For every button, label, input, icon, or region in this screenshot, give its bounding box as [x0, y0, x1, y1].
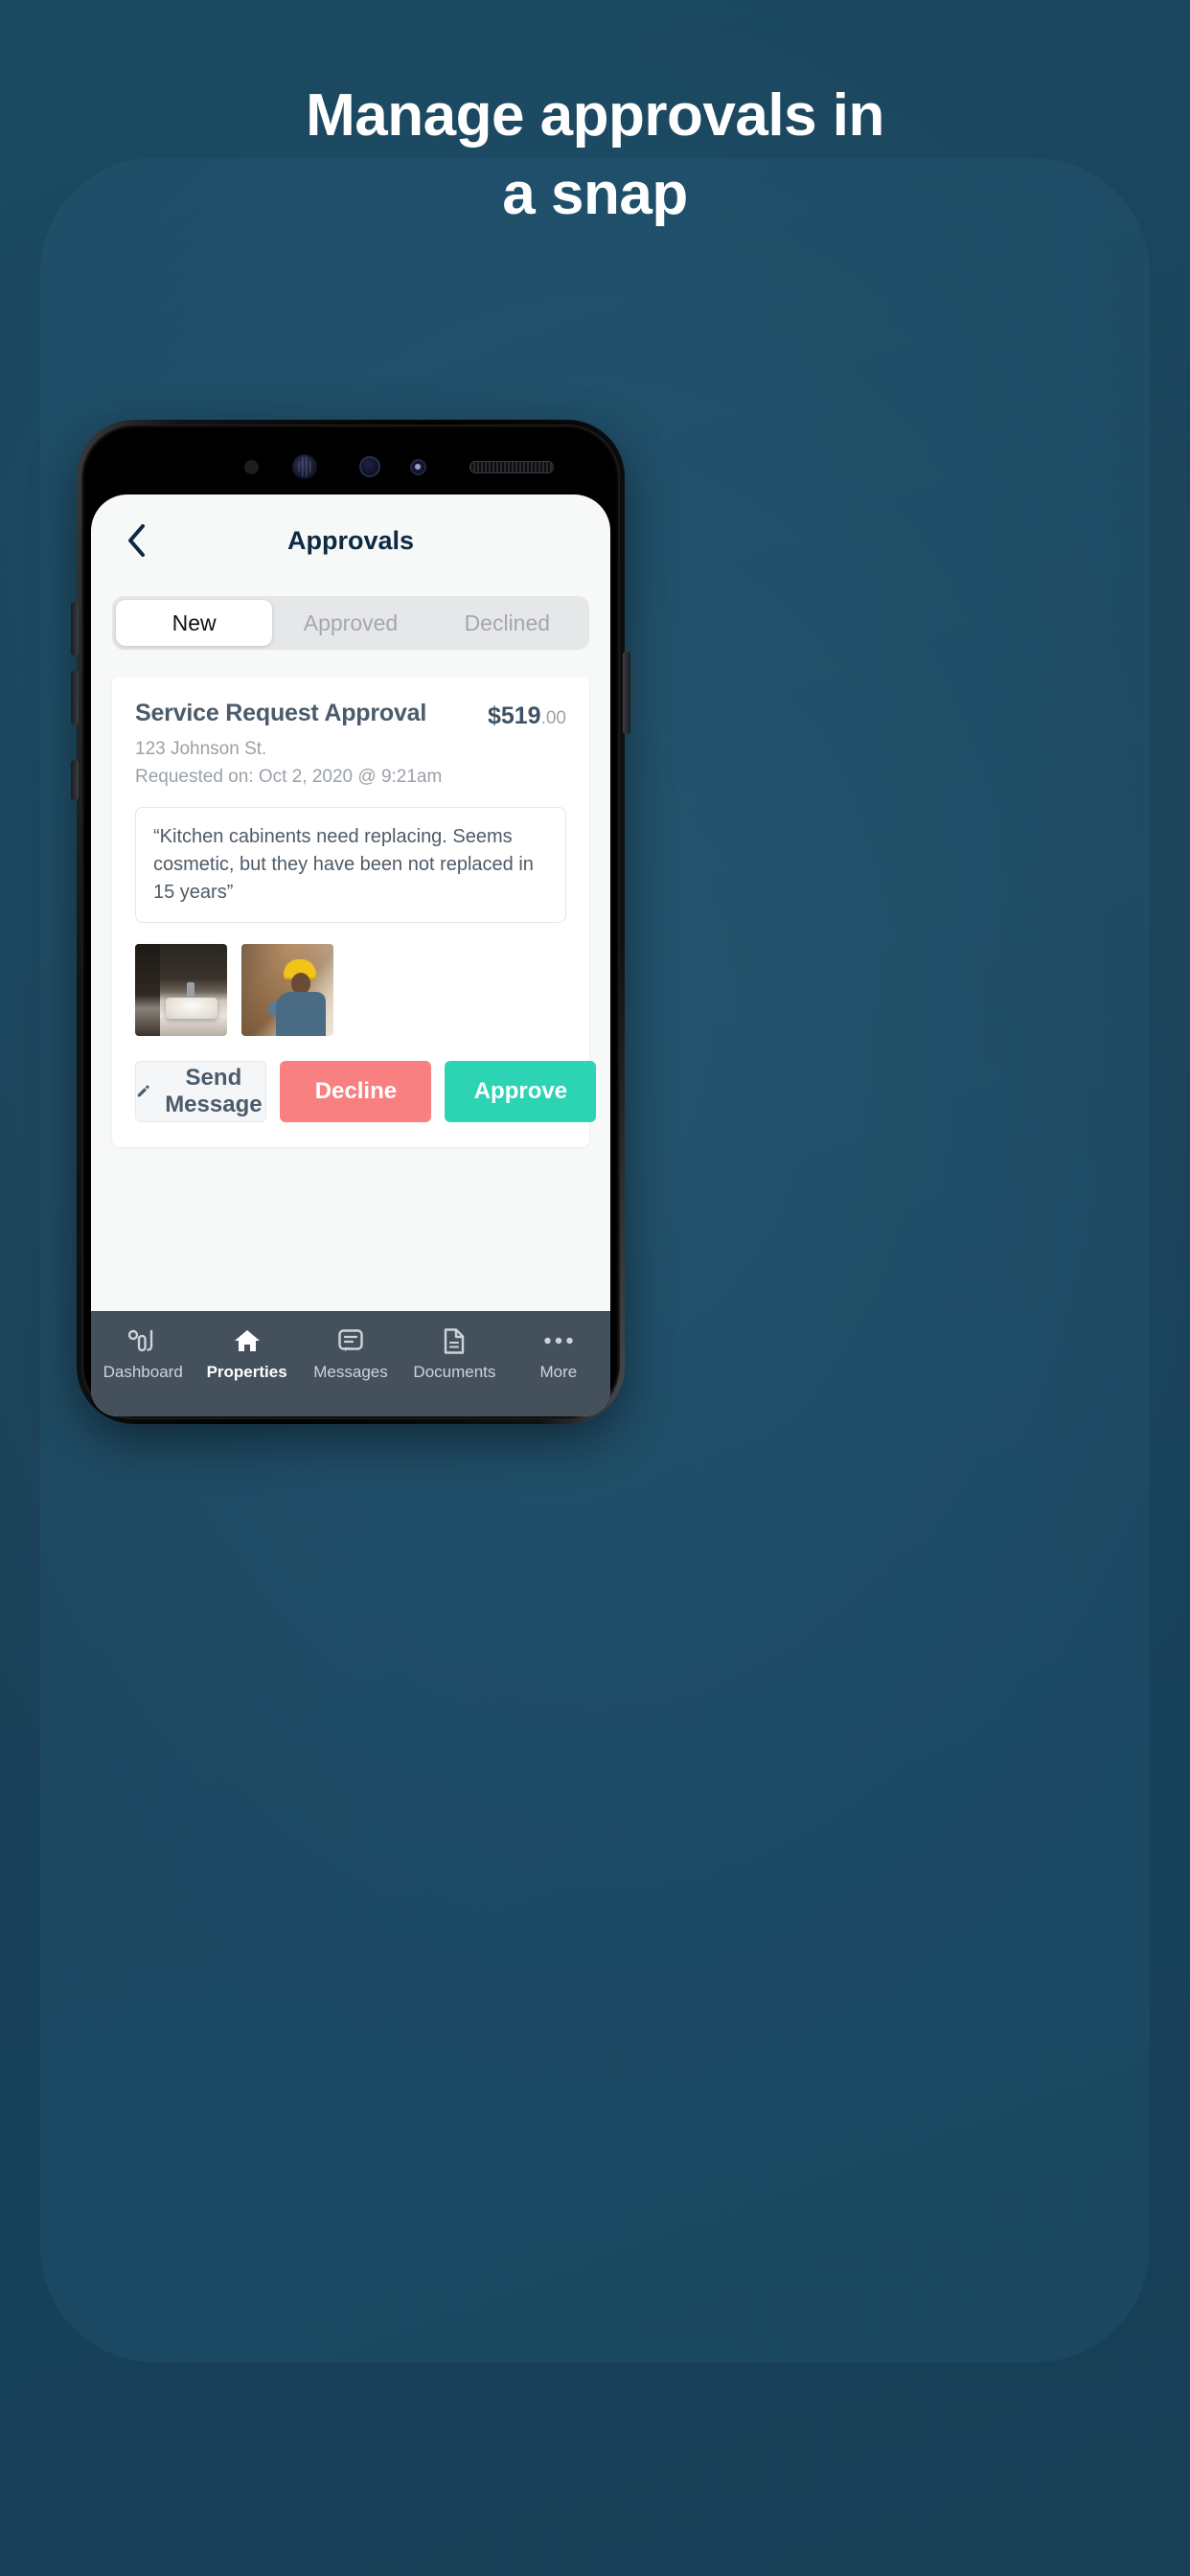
approve-label: Approve [473, 1078, 568, 1104]
power-button[interactable] [623, 652, 630, 734]
amount-minor: .00 [540, 708, 566, 728]
app-header: Approvals [91, 494, 610, 586]
chat-bubble-icon [337, 1326, 364, 1355]
request-amount: $519.00 [488, 700, 566, 730]
nav-label-messages: Messages [313, 1363, 388, 1381]
request-note: “Kitchen cabinents need replacing. Seems… [135, 807, 566, 923]
request-photo-list [135, 944, 566, 1036]
worker-head-shape [291, 973, 310, 994]
front-camera-icon [359, 456, 380, 477]
nav-label-more: More [539, 1363, 578, 1381]
tab-approved[interactable]: Approved [272, 600, 428, 646]
nav-item-messages[interactable]: Messages [299, 1326, 402, 1382]
infrared-sensor-icon [244, 460, 259, 474]
phone-frame: Approvals New Approved Declined Service … [71, 420, 630, 1424]
document-icon [442, 1326, 467, 1355]
volume-up-button[interactable] [71, 602, 79, 656]
home-icon [233, 1326, 262, 1355]
tab-new-label: New [172, 610, 217, 635]
nav-label-documents: Documents [413, 1363, 496, 1381]
card-header-row: Service Request Approval $519.00 [135, 700, 566, 730]
nav-item-dashboard[interactable]: Dashboard [91, 1326, 195, 1382]
request-timestamp: Requested on: Oct 2, 2020 @ 9:21am [135, 767, 443, 787]
nav-item-more[interactable]: More [507, 1326, 610, 1382]
pencil-icon [137, 1085, 149, 1097]
card-action-row: Send Message Decline Approve [135, 1061, 597, 1122]
approve-button[interactable]: Approve [445, 1061, 597, 1122]
ellipsis-icon [543, 1326, 574, 1355]
bottom-navigation-bar: Dashboard Properties Messages Documents … [91, 1311, 610, 1416]
request-title: Service Request Approval [135, 700, 427, 726]
earpiece-speaker-icon [469, 461, 554, 473]
tab-approved-label: Approved [303, 610, 399, 635]
tab-declined-label: Declined [464, 610, 551, 635]
nav-label-properties: Properties [206, 1363, 287, 1381]
iris-scanner-icon [292, 454, 317, 479]
decline-label: Decline [314, 1078, 398, 1104]
send-message-label: Send Message [165, 1065, 263, 1117]
approval-request-card[interactable]: Service Request Approval $519.00 123 Joh… [112, 677, 597, 1147]
assistant-button[interactable] [71, 760, 79, 800]
send-message-button[interactable]: Send Message [135, 1061, 267, 1122]
amount-major: $519 [487, 702, 541, 729]
decline-button[interactable]: Decline [280, 1061, 432, 1122]
request-photo-worker[interactable] [241, 944, 333, 1036]
headline-line-2: a snap [502, 161, 688, 227]
volume-down-button[interactable] [71, 671, 79, 724]
marketing-headline: Manage approvals in a snap [0, 86, 1190, 224]
phone-screen: Approvals New Approved Declined Service … [91, 494, 610, 1416]
tab-new[interactable]: New [116, 600, 273, 646]
headline-line-1: Manage approvals in [306, 82, 884, 149]
nav-item-properties[interactable]: Properties [195, 1326, 298, 1382]
phone-mockup: Approvals New Approved Declined Service … [71, 420, 1113, 1434]
proximity-sensor-icon [410, 459, 426, 475]
back-button[interactable] [116, 520, 156, 561]
request-address: 123 Johnson St. [135, 739, 267, 759]
chevron-left-icon [128, 524, 145, 557]
page-title: Approvals [286, 525, 415, 555]
bar-chart-icon [128, 1326, 157, 1355]
phone-sensor-row [77, 454, 625, 479]
nav-item-documents[interactable]: Documents [402, 1326, 506, 1382]
nav-label-dashboard: Dashboard [103, 1363, 183, 1381]
approvals-tab-bar: New Approved Declined [112, 596, 589, 650]
faucet-shape [187, 982, 195, 1000]
tab-declined[interactable]: Declined [429, 600, 585, 646]
request-photo-bathroom[interactable] [135, 944, 227, 1036]
worker-body-shape [276, 992, 326, 1036]
